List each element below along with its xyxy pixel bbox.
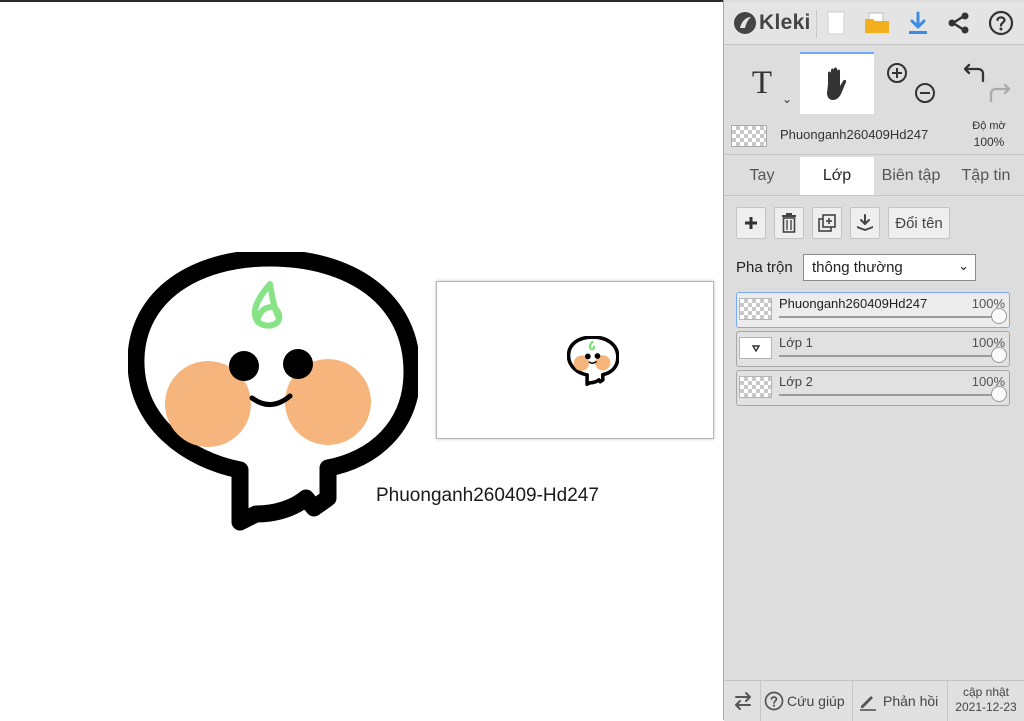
download-icon xyxy=(909,11,927,34)
tab-edit[interactable]: Biên tập xyxy=(874,157,948,195)
canvas-doodle-drawing xyxy=(128,252,418,531)
layer-name: Phuonganh260409Hd247 xyxy=(779,296,928,311)
layer-thumbnail xyxy=(739,337,772,359)
zoom-in-icon[interactable] xyxy=(886,62,908,84)
swap-arrows-icon xyxy=(735,692,751,710)
swap-side-button[interactable] xyxy=(732,681,754,721)
merge-down-button[interactable] xyxy=(850,207,880,239)
current-layer-info: Phuonganh260409Hd247 Độ mờ 100% xyxy=(724,116,1024,155)
duplicate-icon xyxy=(818,214,836,232)
blend-mode-select[interactable]: thông thường ⌄ xyxy=(803,254,976,281)
layer-opacity-slider-handle[interactable] xyxy=(991,347,1007,363)
footer-separator xyxy=(852,681,853,721)
kleki-logo[interactable]: Kleki xyxy=(733,8,811,38)
navigator-thumbnail-drawing xyxy=(567,336,619,386)
blend-mode-label: Pha trộn xyxy=(736,259,793,276)
open-folder-icon xyxy=(865,12,889,33)
tool-row: T ⌄ xyxy=(724,52,1024,114)
new-image-icon xyxy=(827,11,845,35)
help-icon xyxy=(988,10,1014,36)
tab-layers[interactable]: Lớp xyxy=(800,157,874,195)
layer-opacity-slider-handle[interactable] xyxy=(991,308,1007,324)
plus-icon xyxy=(745,217,757,229)
current-layer-name: Phuonganh260409Hd247 xyxy=(780,127,929,142)
hand-tool-button[interactable] xyxy=(800,52,874,114)
layer-opacity-track[interactable] xyxy=(779,355,997,357)
layer-thumbnail-drawing xyxy=(752,345,760,352)
layer-item[interactable]: Lớp 1 100% xyxy=(736,331,1010,367)
current-layer-thumbnail xyxy=(731,125,767,147)
share-icon xyxy=(948,12,969,34)
tab-file[interactable]: Tập tin xyxy=(948,157,1024,195)
canvas-caption-text: Phuonganh260409-Hd247 xyxy=(376,485,599,506)
rename-layer-button[interactable]: Đổi tên xyxy=(888,207,950,239)
feedback-link-label: Phản hồi xyxy=(883,693,939,709)
layer-thumbnail xyxy=(739,376,772,398)
tab-brush[interactable]: Tay xyxy=(724,157,800,195)
layer-thumbnail xyxy=(739,298,772,320)
chevron-down-icon[interactable]: ⌄ xyxy=(782,92,792,106)
merge-down-icon xyxy=(857,214,873,231)
footer-separator xyxy=(760,681,761,721)
layer-item[interactable]: Phuonganh260409Hd247 100% xyxy=(736,292,1010,328)
hand-icon xyxy=(827,67,847,100)
feedback-pencil-icon xyxy=(860,696,876,711)
update-info[interactable]: cập nhật 2021-12-23 xyxy=(948,685,1024,715)
share-button[interactable] xyxy=(944,8,974,38)
duplicate-layer-button[interactable] xyxy=(812,207,842,239)
new-image-button[interactable] xyxy=(821,8,851,38)
side-panel: Kleki T ⌄ Phuonganh260409Hd247 Độ mờ 100… xyxy=(723,0,1024,721)
open-image-button[interactable] xyxy=(862,8,892,38)
zoom-controls xyxy=(874,52,948,114)
undo-icon[interactable] xyxy=(962,62,986,84)
kleki-logo-icon xyxy=(734,12,756,34)
delete-layer-button[interactable] xyxy=(774,207,804,239)
text-tool-button[interactable]: T ⌄ xyxy=(724,52,800,114)
help-button[interactable] xyxy=(986,8,1016,38)
bottom-bar: Cứu giúp Phản hồi cập nhật 2021-12-23 xyxy=(724,680,1024,721)
panel-tabs: Tay Lớp Biên tập Tập tin xyxy=(724,157,1024,196)
toolbar-separator xyxy=(816,10,817,38)
blend-mode-value: thông thường xyxy=(812,259,903,276)
layer-item[interactable]: Lớp 2 100% xyxy=(736,370,1010,406)
help-link[interactable]: Cứu giúp xyxy=(764,681,845,721)
opacity-label: Độ mờ xyxy=(972,120,1006,132)
drawing-canvas[interactable]: Phuonganh260409-Hd247 xyxy=(0,2,723,720)
layer-opacity-slider-handle[interactable] xyxy=(991,386,1007,402)
feedback-link[interactable]: Phản hồi xyxy=(858,681,938,721)
zoom-out-icon[interactable] xyxy=(914,82,936,104)
question-circle-icon xyxy=(764,691,784,711)
top-toolbar: Kleki xyxy=(724,2,1024,45)
layer-opacity-track[interactable] xyxy=(779,394,997,396)
chevron-down-icon: ⌄ xyxy=(958,258,969,273)
save-download-button[interactable] xyxy=(903,8,933,38)
add-layer-button[interactable] xyxy=(736,207,766,239)
redo-icon[interactable] xyxy=(988,82,1012,104)
update-date: 2021-12-23 xyxy=(955,700,1017,714)
layer-opacity-track[interactable] xyxy=(779,316,997,318)
trash-icon xyxy=(782,213,796,233)
layer-name: Lớp 2 xyxy=(779,374,813,389)
navigator-preview[interactable] xyxy=(436,281,714,439)
text-tool-icon: T xyxy=(751,64,773,101)
app-name: Kleki xyxy=(759,11,811,34)
opacity-value: 100% xyxy=(973,135,1005,149)
update-label: cập nhật xyxy=(962,685,1010,699)
layer-name: Lớp 1 xyxy=(779,335,813,350)
undo-redo-controls xyxy=(948,52,1024,114)
help-link-label: Cứu giúp xyxy=(787,693,845,709)
